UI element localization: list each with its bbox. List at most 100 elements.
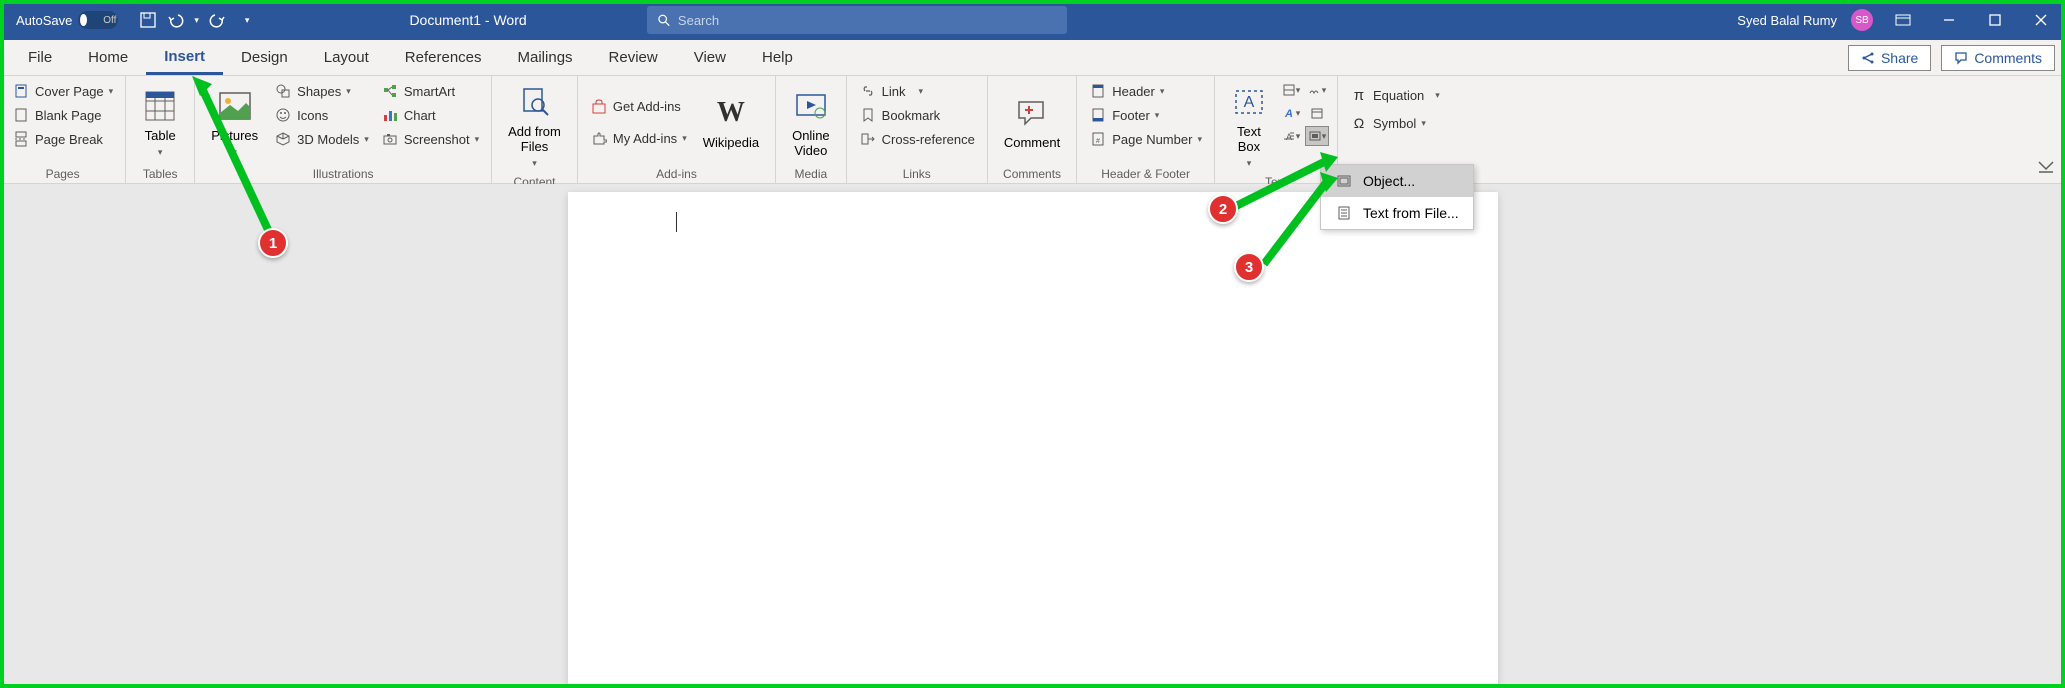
tab-home[interactable]: Home bbox=[70, 40, 146, 75]
page-break-icon bbox=[12, 130, 30, 148]
crossref-button[interactable]: Cross-reference bbox=[855, 128, 979, 150]
signature-button[interactable]: ▾ bbox=[1305, 80, 1329, 100]
redo-icon[interactable] bbox=[207, 10, 227, 30]
link-button[interactable]: Link▾ bbox=[855, 80, 979, 102]
quick-parts-button[interactable]: ▾ bbox=[1279, 80, 1303, 100]
collapse-ribbon-icon[interactable] bbox=[2037, 160, 2055, 179]
search-input[interactable] bbox=[678, 13, 1057, 28]
tab-view[interactable]: View bbox=[676, 40, 744, 75]
chart-button[interactable]: Chart bbox=[377, 104, 483, 126]
ribbon: Cover Page▾ Blank Page Page Break Pages … bbox=[0, 76, 2065, 184]
text-cursor bbox=[676, 212, 677, 232]
quick-access-toolbar: ▾ ▾ bbox=[138, 10, 249, 30]
titlebar: AutoSave Off ▾ ▾ Document1 - Word Syed B… bbox=[0, 0, 2065, 40]
table-icon bbox=[142, 88, 178, 124]
tab-design[interactable]: Design bbox=[223, 40, 306, 75]
cover-page-button[interactable]: Cover Page▾ bbox=[8, 80, 117, 102]
svg-text:A: A bbox=[1284, 108, 1293, 120]
tab-insert[interactable]: Insert bbox=[146, 40, 223, 75]
group-links: Link▾ Bookmark Cross-reference Links bbox=[847, 76, 988, 183]
table-button[interactable]: Table▾ bbox=[134, 80, 186, 165]
minimize-icon[interactable] bbox=[1933, 8, 1965, 32]
group-comments: Comment Comments bbox=[988, 76, 1077, 183]
customize-qat-icon[interactable]: ▾ bbox=[245, 15, 250, 26]
tab-review[interactable]: Review bbox=[591, 40, 676, 75]
crossref-icon bbox=[859, 130, 877, 148]
titlebar-right: Syed Balal Rumy SB bbox=[1737, 8, 2057, 32]
bookmark-button[interactable]: Bookmark bbox=[855, 104, 979, 126]
tab-mailings[interactable]: Mailings bbox=[500, 40, 591, 75]
search-box[interactable] bbox=[647, 6, 1067, 34]
dropcap-button[interactable]: A▾ bbox=[1279, 126, 1303, 146]
group-label-links: Links bbox=[855, 165, 979, 183]
page-icon bbox=[12, 82, 30, 100]
bookmark-icon bbox=[859, 106, 877, 124]
group-label-addins: Add-ins bbox=[586, 165, 767, 183]
autosave-label: AutoSave bbox=[16, 13, 72, 28]
undo-icon[interactable] bbox=[166, 10, 186, 30]
group-label-headerfooter: Header & Footer bbox=[1085, 165, 1206, 183]
pi-icon: π bbox=[1350, 86, 1368, 104]
pagenum-button[interactable]: #Page Number▾ bbox=[1085, 128, 1206, 150]
document-title: Document1 - Word bbox=[409, 12, 526, 28]
footer-icon bbox=[1089, 106, 1107, 124]
file-search-icon bbox=[517, 84, 553, 120]
save-icon[interactable] bbox=[138, 10, 158, 30]
camera-icon bbox=[381, 130, 399, 148]
object-dropdown-menu: Object... Text from File... bbox=[1320, 164, 1474, 230]
wikipedia-button[interactable]: W Wikipedia bbox=[695, 80, 767, 165]
group-label-comments: Comments bbox=[996, 165, 1068, 183]
tab-file[interactable]: File bbox=[10, 40, 70, 75]
get-addins-button[interactable]: Get Add-ins bbox=[586, 96, 691, 118]
symbol-button[interactable]: ΩSymbol▾ bbox=[1346, 112, 1444, 134]
tab-references[interactable]: References bbox=[387, 40, 500, 75]
user-name: Syed Balal Rumy bbox=[1737, 13, 1837, 28]
group-content: Add from Files▾ Content bbox=[492, 76, 578, 183]
ribbon-tabs: File Home Insert Design Layout Reference… bbox=[0, 40, 2065, 76]
blank-page-icon bbox=[12, 106, 30, 124]
chevron-down-icon[interactable]: ▾ bbox=[194, 15, 199, 26]
screenshot-button[interactable]: Screenshot▾ bbox=[377, 128, 483, 150]
close-icon[interactable] bbox=[2025, 8, 2057, 32]
group-headerfooter: Header▾ Footer▾ #Page Number▾ Header & F… bbox=[1077, 76, 1215, 183]
tab-help[interactable]: Help bbox=[744, 40, 811, 75]
comments-button[interactable]: Comments bbox=[1941, 45, 2055, 71]
online-video-button[interactable]: Online Video bbox=[784, 80, 838, 165]
autosave-toggle[interactable]: AutoSave Off bbox=[8, 11, 126, 29]
user-avatar[interactable]: SB bbox=[1851, 9, 1873, 31]
header-icon bbox=[1089, 82, 1107, 100]
autosave-state: Off bbox=[103, 15, 116, 26]
callout-1: 1 bbox=[258, 228, 288, 258]
toggle-icon: Off bbox=[78, 11, 118, 29]
group-tables: Table▾ Tables bbox=[126, 76, 195, 183]
ribbon-display-icon[interactable] bbox=[1887, 8, 1919, 32]
my-addins-button[interactable]: My Add-ins▾ bbox=[586, 128, 691, 150]
smartart-button[interactable]: SmartArt bbox=[377, 80, 483, 102]
datetime-button[interactable] bbox=[1305, 103, 1329, 123]
link-icon bbox=[859, 82, 877, 100]
document-page[interactable] bbox=[568, 192, 1498, 688]
group-addins: Get Add-ins My Add-ins▾ W Wikipedia Add-… bbox=[578, 76, 776, 183]
callout-2: 2 bbox=[1208, 194, 1238, 224]
share-icon bbox=[1861, 51, 1875, 65]
menu-object[interactable]: Object... bbox=[1321, 165, 1473, 197]
wordart-button[interactable]: A▾ bbox=[1279, 103, 1303, 123]
maximize-icon[interactable] bbox=[1979, 8, 2011, 32]
callout-3: 3 bbox=[1234, 252, 1264, 282]
comment-button[interactable]: Comment bbox=[996, 80, 1068, 165]
object-button[interactable]: ▾ bbox=[1305, 126, 1329, 146]
page-break-button[interactable]: Page Break bbox=[8, 128, 117, 150]
equation-button[interactable]: πEquation▾ bbox=[1346, 84, 1444, 106]
annotation-arrow-1 bbox=[190, 74, 290, 254]
add-from-files-button[interactable]: Add from Files▾ bbox=[500, 80, 569, 173]
annotation-arrow-3 bbox=[1258, 170, 1338, 270]
footer-button[interactable]: Footer▾ bbox=[1085, 104, 1206, 126]
blank-page-button[interactable]: Blank Page bbox=[8, 104, 117, 126]
video-icon bbox=[793, 88, 829, 124]
pagenum-icon: # bbox=[1089, 130, 1107, 148]
header-button[interactable]: Header▾ bbox=[1085, 80, 1206, 102]
share-button[interactable]: Share bbox=[1848, 45, 1931, 71]
menu-text-from-file[interactable]: Text from File... bbox=[1321, 197, 1473, 229]
tab-layout[interactable]: Layout bbox=[306, 40, 387, 75]
group-media: Online Video Media bbox=[776, 76, 847, 183]
